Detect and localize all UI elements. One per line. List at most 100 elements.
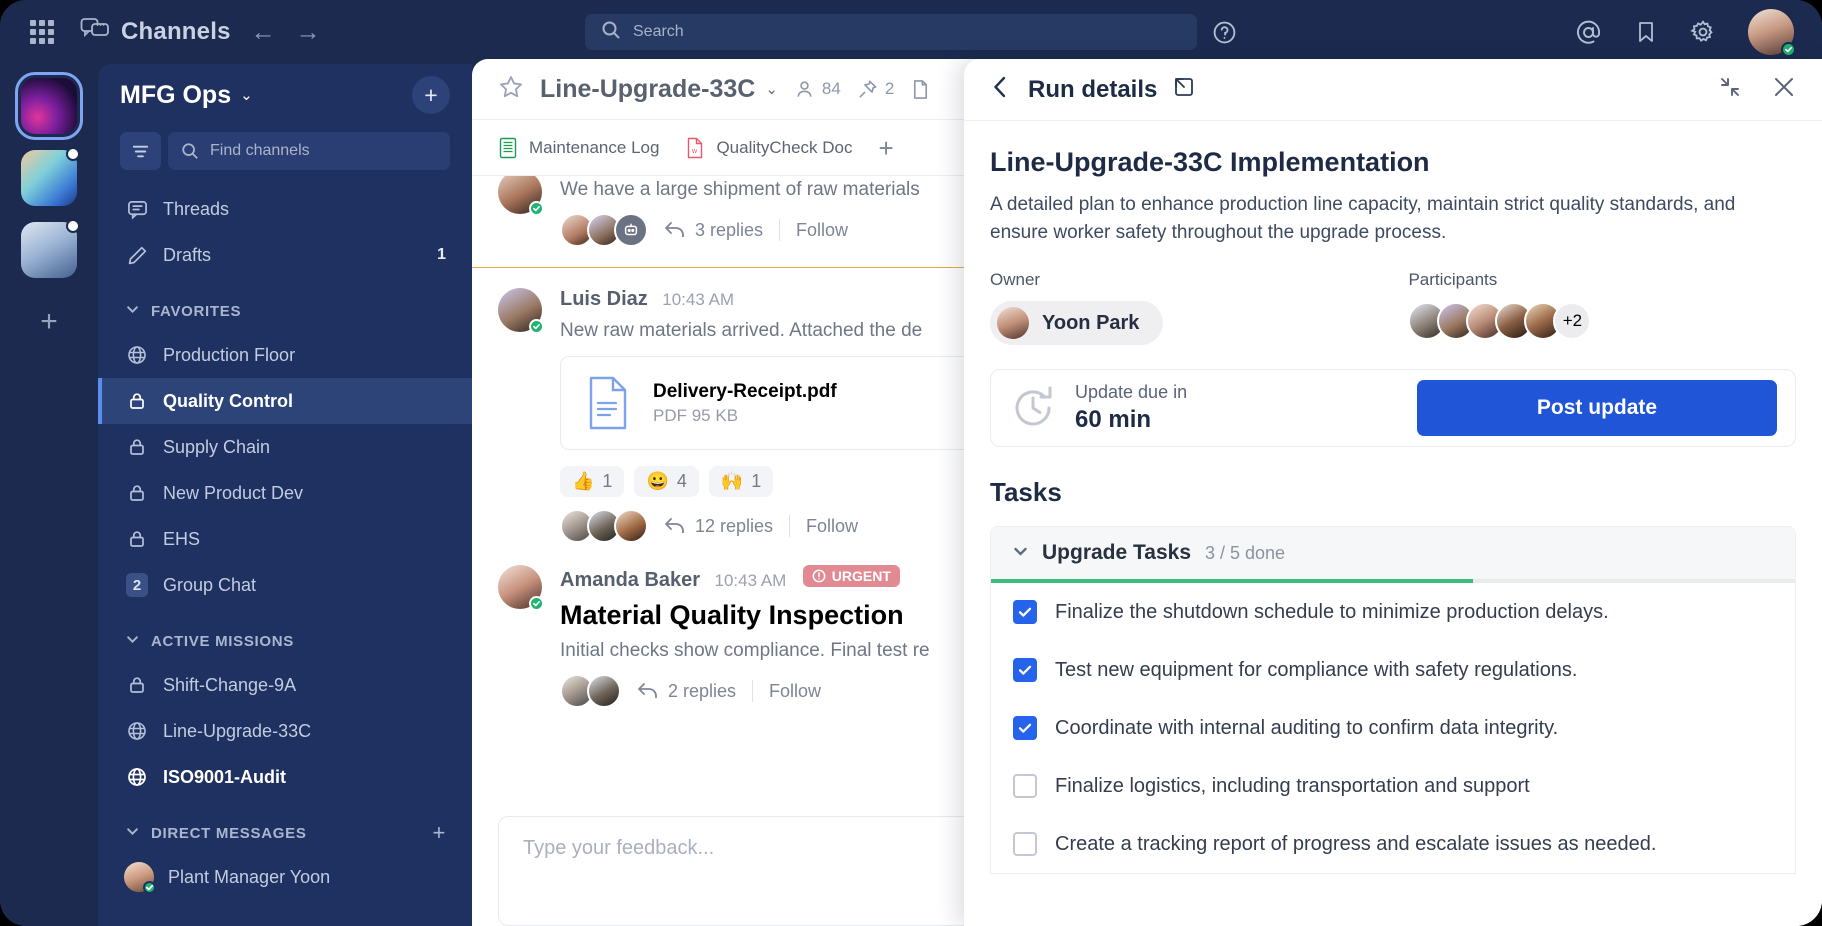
reaction-thumbsup[interactable]: 👍 1 [560,466,625,497]
new-dm-button[interactable]: + [432,820,446,846]
task-label: Create a tracking report of progress and… [1055,832,1657,855]
globe-icon [126,345,148,365]
task-row[interactable]: Test new equipment for compliance with s… [991,641,1795,699]
reply-count[interactable]: 3 replies [664,220,763,241]
sidebar-item-line-upgrade-33c[interactable]: Line-Upgrade-33C [98,708,472,754]
sidebar-item-new-product-dev[interactable]: New Product Dev [98,470,472,516]
reply-count[interactable]: 12 replies [664,516,773,537]
owner-chip[interactable]: Yoon Park [990,301,1164,346]
back-arrow-icon[interactable]: ← [251,19,276,45]
sidebar-item-ehs[interactable]: EHS [98,516,472,562]
task-label: Finalize logistics, including transporta… [1055,774,1530,797]
sidebar-item-label: Line-Upgrade-33C [163,720,312,741]
task-checkbox[interactable] [1013,600,1037,625]
sidebar-item-plant-manager-yoon[interactable]: Plant Manager Yoon [98,854,472,900]
task-checkbox[interactable] [1013,832,1037,857]
sidebar-section-active-missions[interactable]: ACTIVE MISSIONS [98,620,472,662]
sidebar-section-direct-messages[interactable]: DIRECT MESSAGES + [98,812,472,854]
team-name[interactable]: MFG Ops [120,81,231,110]
external-link-icon[interactable] [1173,76,1195,103]
sidebar-item-iso9001-audit[interactable]: ISO9001-Audit [98,754,472,800]
grid-icon[interactable] [30,20,54,44]
channel-doc-icon[interactable] [910,79,931,100]
reaction-smile[interactable]: 😀 4 [634,466,699,497]
user-avatar[interactable] [1748,9,1796,57]
team-icon-3[interactable] [21,219,80,278]
update-due-label: Update due in [1075,382,1188,403]
chevron-down-icon[interactable] [1013,544,1028,563]
follow-button[interactable]: Follow [806,516,858,537]
sidebar-item-shift-change-9a[interactable]: Shift-Change-9A [98,662,472,708]
thread-avatars [560,213,648,247]
team-icon-1[interactable] [15,72,83,140]
chevron-down-icon[interactable]: ⌄ [240,86,253,104]
team-icon-2[interactable] [21,147,80,206]
follow-button[interactable]: Follow [769,681,821,702]
sidebar-item-threads[interactable]: Threads [98,186,472,232]
section-title: DIRECT MESSAGES [151,824,307,842]
close-icon[interactable] [1772,75,1796,104]
message-time: 10:43 AM [714,571,787,590]
post-update-button[interactable]: Post update [1417,380,1777,437]
participants-overflow[interactable]: +2 [1553,302,1592,341]
tab-qualitycheck-doc[interactable]: w QualityCheck Doc [685,137,853,159]
sidebar-item-label: Production Floor [163,344,296,365]
reaction-raised-hands[interactable]: 🙌 1 [708,466,774,497]
task-row[interactable]: Create a tracking report of progress and… [991,815,1795,873]
run-title: Line-Upgrade-33C Implementation [990,147,1430,177]
chevron-down-icon [126,633,139,650]
bookmark-icon[interactable] [1634,20,1658,44]
task-row[interactable]: Finalize the shutdown schedule to minimi… [991,583,1795,641]
star-icon[interactable] [498,74,524,105]
tab-maintenance-log[interactable]: Maintenance Log [498,137,659,159]
avatar[interactable] [498,288,544,334]
new-item-button[interactable]: + [412,76,450,114]
search-icon [601,20,621,45]
channel-pinned[interactable]: 2 [857,79,894,100]
group-count-badge: 2 [126,573,148,597]
sidebar-item-supply-chain[interactable]: Supply Chain [98,424,472,470]
reply-count-label: 12 replies [695,515,774,536]
participants-avatars[interactable]: +2 [1408,302,1592,341]
mentions-icon[interactable] [1575,19,1602,46]
divider [779,219,781,241]
help-icon[interactable] [1212,20,1237,50]
task-checkbox[interactable] [1013,658,1037,683]
task-checkbox[interactable] [1013,716,1037,741]
plus-icon: + [878,132,894,163]
channel-title[interactable]: Line-Upgrade-33C [540,75,755,104]
global-topbar: Channels ← → Search [0,0,1822,64]
reaction-count: 1 [751,471,762,491]
sidebar-item-quality-control[interactable]: Quality Control [98,378,472,424]
follow-button[interactable]: Follow [796,220,848,241]
team-rail: + [0,64,98,926]
collapse-icon[interactable] [1718,75,1742,104]
message-time: 10:43 AM [662,290,735,309]
settings-gear-icon[interactable] [1690,19,1716,45]
add-tab-button[interactable]: + [879,135,894,161]
forward-arrow-icon[interactable]: → [296,19,321,45]
sidebar-section-favorites[interactable]: FAVORITES [98,290,472,332]
search-input[interactable]: Search [585,14,1197,50]
sidebar-item-group-chat[interactable]: 2 Group Chat [98,562,472,608]
sidebar-item-label: Quality Control [163,390,293,411]
sidebar-item-drafts[interactable]: Drafts 1 [98,232,472,278]
avatar[interactable] [498,565,544,611]
run-details-title: Run details [1028,75,1158,103]
task-checkbox[interactable] [1013,774,1037,799]
find-channels-input[interactable]: Find channels [168,132,450,170]
run-meta: Owner Yoon Park Participants +2 [990,270,1796,346]
sidebar-item-production-floor[interactable]: Production Floor [98,332,472,378]
task-group-header[interactable]: Upgrade Tasks 3 / 5 done [991,527,1795,580]
run-details-header: Run details [964,59,1822,121]
avatar[interactable] [498,176,544,216]
task-row[interactable]: Coordinate with internal auditing to con… [991,699,1795,757]
task-row[interactable]: Finalize logistics, including transporta… [991,757,1795,815]
add-team-button[interactable]: + [21,294,77,350]
app-section-title: Channels [80,17,231,48]
chevron-left-icon[interactable] [990,75,1012,104]
reply-count[interactable]: 2 replies [637,681,736,702]
chevron-down-icon[interactable]: ⌄ [765,80,778,98]
filter-icon[interactable] [120,132,161,170]
channel-members[interactable]: 84 [794,79,841,100]
